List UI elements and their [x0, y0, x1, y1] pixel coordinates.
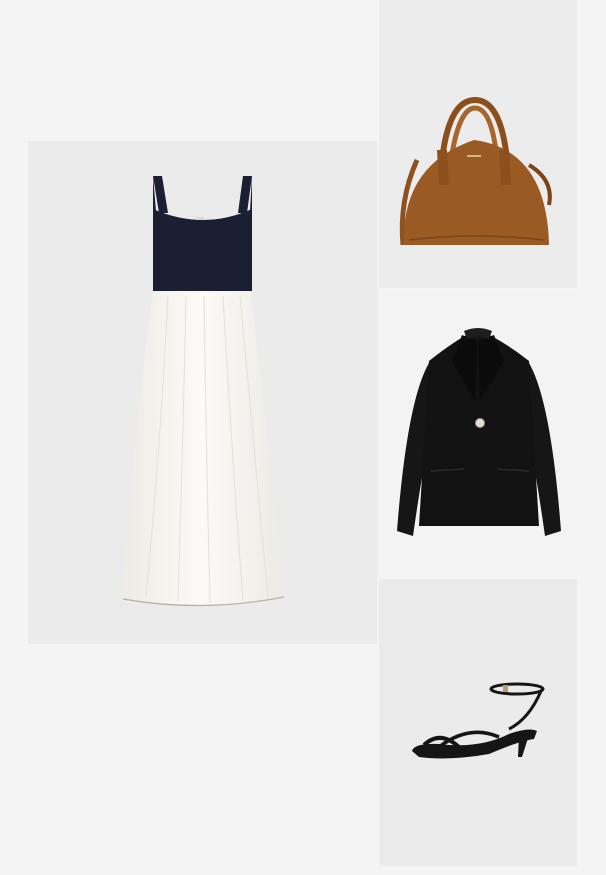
blazer-button — [475, 418, 485, 428]
dress-skirt — [121, 291, 284, 606]
dress-label — [196, 217, 204, 220]
sandal-image — [412, 682, 545, 759]
sandal-tile[interactable] — [379, 579, 577, 866]
handbag-tile[interactable] — [379, 0, 577, 288]
blazer-tile[interactable] — [379, 291, 577, 577]
dress-image — [121, 176, 285, 607]
blazer-image — [397, 328, 561, 536]
bag-logo — [467, 155, 481, 157]
dress-tile[interactable] — [28, 141, 377, 644]
sandal-heel — [518, 735, 529, 757]
dress-strap-right — [238, 176, 252, 213]
outfit-collage: { "collage": { "items": [ { "id": "dress… — [0, 0, 606, 875]
sandal-ankle-strap — [489, 682, 545, 696]
handbag-image — [399, 96, 552, 246]
